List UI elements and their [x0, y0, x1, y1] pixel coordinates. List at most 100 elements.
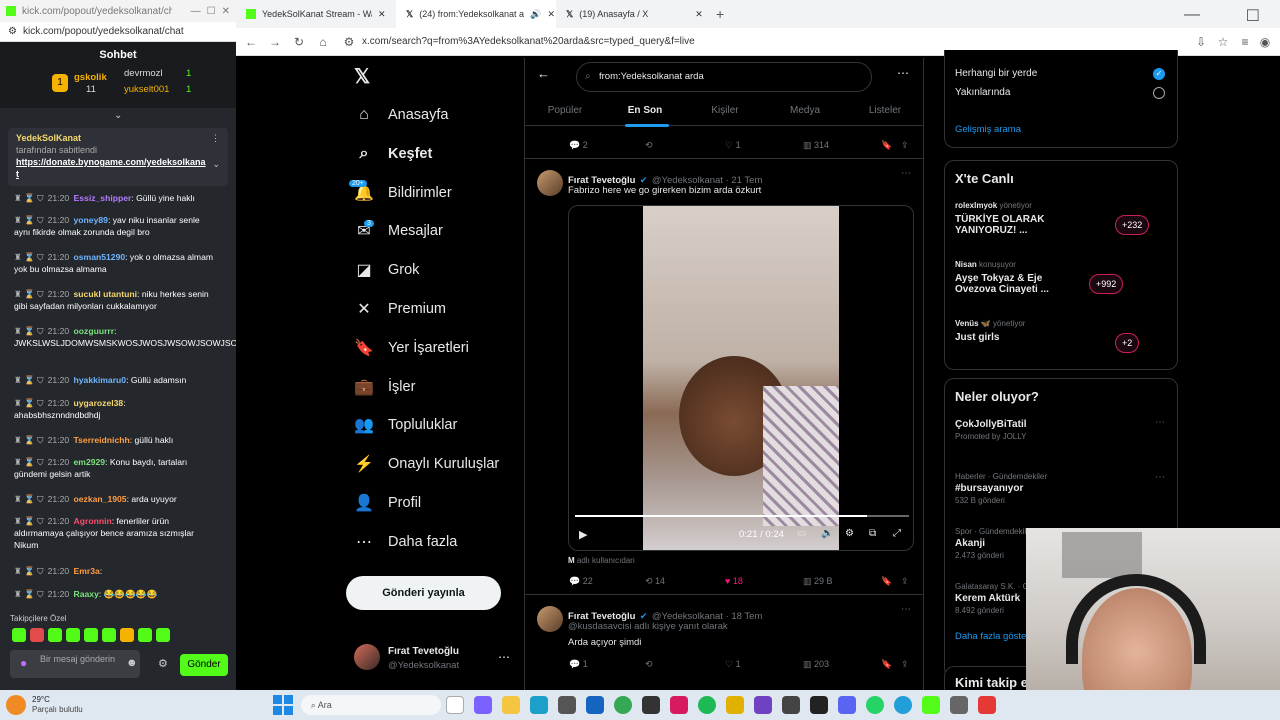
- install-icon[interactable]: ⇩: [1192, 33, 1210, 51]
- play-icon[interactable]: ▶: [579, 528, 587, 541]
- app-icon[interactable]: [753, 696, 772, 714]
- bookmark-icon[interactable]: 🔖: [881, 140, 892, 151]
- share-icon[interactable]: ⇪: [901, 659, 909, 670]
- telegram-icon[interactable]: [893, 696, 912, 714]
- live-item[interactable]: Nisan konuşuyor Ayşe Tokyaz & Eje Ovezova…: [955, 260, 1169, 310]
- live-item[interactable]: rolexlmyok yönetiyor TÜRKİYE OLARAK YANIY…: [955, 201, 1169, 251]
- nav-item[interactable]: ⌕ Keşfet: [354, 136, 433, 172]
- home-icon[interactable]: ⌂: [314, 33, 332, 51]
- message-user[interactable]: uygarozel38: [74, 398, 124, 408]
- close-icon[interactable]: ✕: [222, 6, 230, 17]
- emote-icon[interactable]: [156, 628, 170, 642]
- radio-checked-icon[interactable]: ✓: [1153, 68, 1165, 80]
- share-icon[interactable]: ⇪: [901, 576, 909, 587]
- like-icon[interactable]: ♡ 1: [725, 659, 741, 670]
- trend-more-icon[interactable]: ⋯: [1155, 472, 1165, 483]
- bookmark-icon[interactable]: 🔖: [881, 576, 892, 587]
- x-logo-icon[interactable]: 𝕏: [354, 64, 370, 89]
- views-icon[interactable]: ▥ 29 B: [803, 576, 833, 587]
- microphone-icon[interactable]: ●: [20, 656, 27, 670]
- message-user[interactable]: hyakkimaru0: [74, 375, 127, 385]
- post-avatar[interactable]: [537, 606, 563, 632]
- trend-more-icon[interactable]: ⋯: [1155, 417, 1165, 428]
- message-user[interactable]: Emr3a: [74, 566, 100, 576]
- emote-icon[interactable]: [120, 628, 134, 642]
- kick-icon[interactable]: [921, 696, 940, 714]
- post-avatar[interactable]: [537, 170, 563, 196]
- listener-count-pill[interactable]: +992: [1089, 274, 1124, 294]
- profile-avatar-icon[interactable]: ◉: [1256, 33, 1274, 51]
- nav-item[interactable]: ⋯ Daha fazla: [354, 524, 457, 560]
- maximize-icon[interactable]: ☐: [1246, 6, 1260, 26]
- message-user[interactable]: em2929: [74, 457, 106, 467]
- views-icon[interactable]: ▥ 203: [803, 659, 829, 670]
- chat-url-bar[interactable]: ⚙ kick.com/popout/yedeksolkanat/chat: [0, 22, 236, 42]
- radio-unchecked-icon[interactable]: [1153, 87, 1165, 99]
- volume-icon[interactable]: 🔊: [821, 528, 833, 539]
- bookmark-icon[interactable]: 🔖: [881, 659, 892, 670]
- app-icon[interactable]: [473, 696, 492, 714]
- tab-media[interactable]: Medya: [765, 96, 845, 125]
- start-icon[interactable]: [272, 695, 293, 715]
- nav-item[interactable]: ⌂ Anasayfa: [354, 97, 448, 133]
- message-user[interactable]: oezkan_1905: [74, 494, 127, 504]
- nav-item[interactable]: 👥 Topluluklar: [354, 407, 457, 443]
- nav-item[interactable]: ✕ Premium: [354, 291, 446, 327]
- captions-icon[interactable]: ▭: [797, 528, 806, 539]
- emote-icon[interactable]: [102, 628, 116, 642]
- like-icon[interactable]: ♥ 18: [725, 576, 743, 586]
- task-view-icon[interactable]: [445, 696, 464, 714]
- repost-icon[interactable]: ⟲: [645, 140, 653, 151]
- gifter-name[interactable]: yukselt001: [124, 84, 169, 95]
- tab-lists[interactable]: Listeler: [845, 96, 923, 125]
- tab-latest[interactable]: En Son: [605, 96, 685, 125]
- video-progress-track[interactable]: [575, 515, 909, 517]
- app-icon[interactable]: [725, 696, 744, 714]
- emote-icon[interactable]: [12, 628, 26, 642]
- tab-people[interactable]: Kişiler: [685, 96, 765, 125]
- extensions-icon[interactable]: ≡: [1236, 33, 1254, 51]
- message-user[interactable]: Raaxy: [74, 589, 99, 599]
- settings-icon[interactable]: ⚙: [845, 528, 854, 539]
- account-avatar[interactable]: [354, 644, 380, 670]
- browser-tab[interactable]: YedekSolKanat Stream - Watch ✕: [236, 0, 396, 28]
- browser-tab-active[interactable]: 𝕏 (24) from:Yedeksolkanat ar 🔊 ✕: [396, 0, 556, 28]
- reply-icon[interactable]: 💬 22: [569, 576, 593, 587]
- emote-icon[interactable]: [138, 628, 152, 642]
- reply-icon[interactable]: 💬 1: [569, 659, 588, 670]
- nav-item[interactable]: ◪ Grok: [354, 252, 419, 288]
- pin-icon[interactable]: ⋮: [211, 132, 220, 144]
- post-button[interactable]: Gönderi yayınla: [346, 576, 501, 610]
- message-user[interactable]: sucukl utantuni: [74, 289, 138, 299]
- emote-icon[interactable]: [66, 628, 80, 642]
- site-info-icon[interactable]: ⚙: [340, 33, 358, 51]
- app-icon[interactable]: [641, 696, 660, 714]
- reply-icon[interactable]: 💬 2: [569, 140, 588, 151]
- app-icon[interactable]: [949, 696, 968, 714]
- message-user[interactable]: yoney89: [74, 215, 108, 225]
- message-user[interactable]: osman51290: [74, 252, 126, 262]
- repost-icon[interactable]: ⟲ 14: [645, 576, 665, 587]
- app-icon[interactable]: [669, 696, 688, 714]
- message-user[interactable]: Agronnin: [74, 516, 112, 526]
- url-text[interactable]: x.com/search?q=from%3AYedeksolkanat%20ar…: [362, 36, 695, 47]
- edge-icon[interactable]: [529, 696, 548, 714]
- settings-gear-icon[interactable]: ⚙: [158, 657, 168, 670]
- taskbar-search[interactable]: ⌕ Ara: [300, 695, 441, 715]
- gifter-name[interactable]: devrmozl: [124, 68, 163, 79]
- nav-item[interactable]: 🔔 Bildirimler: [354, 175, 452, 211]
- app-icon[interactable]: [781, 696, 800, 714]
- emoji-icon[interactable]: ☻: [126, 657, 138, 669]
- app-icon[interactable]: [977, 696, 996, 714]
- trend-item[interactable]: ÇokJollyBiTatil Promoted by JOLLY ⋯: [955, 417, 1169, 467]
- site-settings-icon[interactable]: ⚙: [8, 26, 17, 37]
- listener-count-pill[interactable]: +2: [1115, 333, 1140, 353]
- video-player[interactable]: ▶ 0:21 / 0:24 ▭ 🔊 ⚙ ⧉ ⤢: [568, 205, 914, 551]
- more-options-icon[interactable]: ⋯: [897, 66, 909, 80]
- nav-item[interactable]: 👤 Profil: [354, 485, 421, 521]
- nav-item[interactable]: 🔖 Yer İşaretleri: [354, 330, 469, 366]
- back-arrow-icon[interactable]: ←: [537, 66, 550, 81]
- tab-close-icon[interactable]: ✕: [547, 9, 555, 20]
- whatsapp-icon[interactable]: [865, 696, 884, 714]
- repost-icon[interactable]: ⟲: [645, 659, 653, 670]
